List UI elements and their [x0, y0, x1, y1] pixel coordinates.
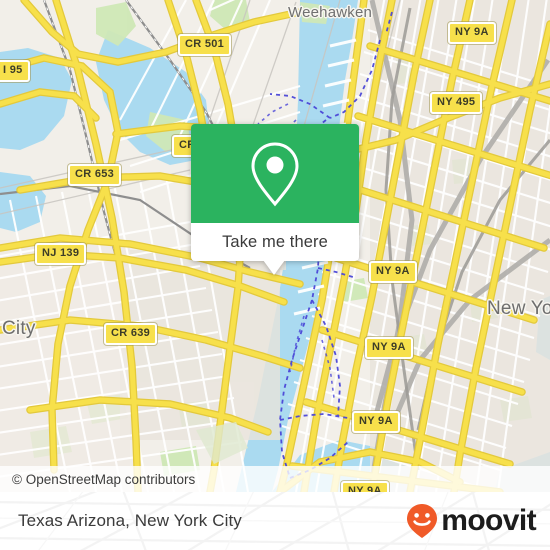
place-callout-card[interactable]: Take me there	[191, 124, 359, 275]
osm-attribution-bar: © OpenStreetMap contributors	[0, 466, 550, 492]
moovit-map-screen: Weehawken City New Yor I 95 CR 501 CR 65…	[0, 0, 550, 550]
osm-attribution-text: © OpenStreetMap contributors	[12, 471, 196, 487]
shield-ny-9a-5: NY 9A	[341, 481, 389, 492]
shield-ny-9a-3: NY 9A	[365, 337, 413, 359]
moovit-smile-pin-icon	[407, 504, 438, 538]
map-canvas[interactable]: Weehawken City New Yor I 95 CR 501 CR 65…	[0, 0, 550, 492]
shield-nj-139: NJ 139	[35, 243, 87, 265]
shield-ny-9a-1: NY 9A	[448, 22, 496, 44]
footer-content: Texas Arizona, New York City moovit	[0, 492, 550, 550]
footer-bar: Texas Arizona, New York City moovit	[0, 492, 550, 550]
shield-ny-495: NY 495	[430, 92, 483, 114]
place-card-header	[191, 124, 359, 223]
place-title: Texas Arizona, New York City	[18, 511, 242, 530]
shield-cr-501: CR 501	[178, 34, 232, 56]
moovit-wordmark: moovit	[441, 504, 536, 537]
shield-cr-639: CR 639	[104, 323, 158, 345]
take-me-there-label: Take me there	[222, 232, 328, 251]
moovit-logo[interactable]: moovit	[405, 503, 550, 539]
take-me-there-button[interactable]: Take me there	[191, 223, 359, 261]
shield-i-95: I 95	[0, 60, 30, 82]
shield-ny-9a-4: NY 9A	[352, 411, 400, 433]
map-pin-icon	[251, 141, 299, 206]
shield-ny-9a-2: NY 9A	[369, 261, 417, 283]
callout-tail	[263, 260, 285, 275]
shield-cr-653: CR 653	[68, 164, 122, 186]
